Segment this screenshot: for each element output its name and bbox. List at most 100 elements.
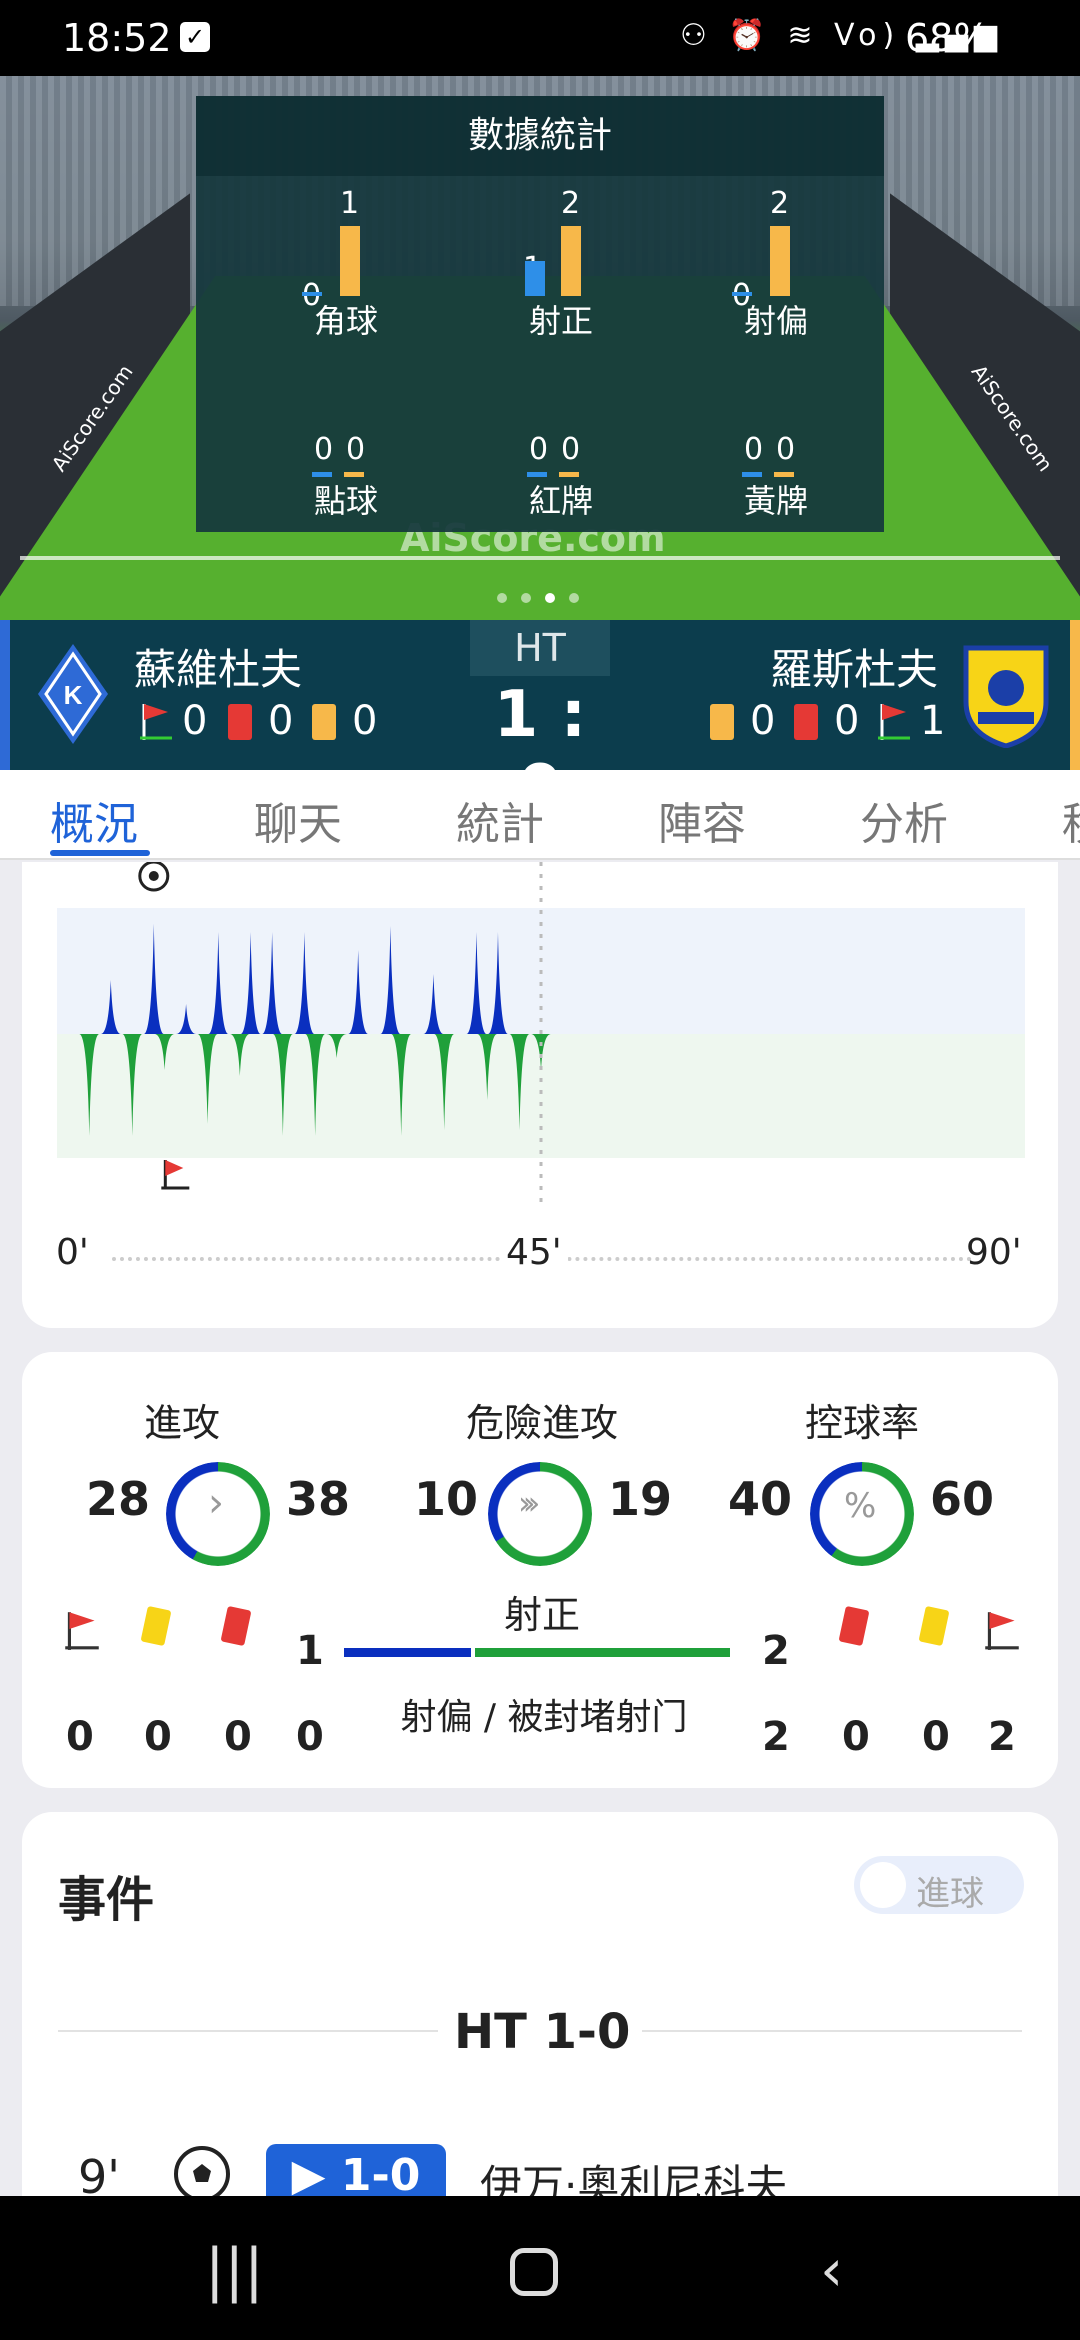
home-button[interactable] [510,2248,558,2296]
away-red: 0 [834,698,860,744]
on-target-bar-away [475,1648,730,1657]
stat-cell: 02射偏 [676,186,876,346]
on-target-home: 1 [296,1628,324,1674]
stat-home-value: 0 [744,432,764,467]
off-target-away: 2 [762,1714,790,1760]
back-button[interactable]: ‹ [820,2236,843,2304]
triple-chevron-icon: ››› [518,1484,541,1522]
stat-away-value: 0 [346,432,366,467]
tab-more[interactable]: 積 [1062,788,1080,852]
away-corners-count: 2 [988,1714,1016,1760]
stat-cell: 0 0 紅牌 [461,376,661,526]
stat-away-value: 1 [340,186,360,221]
goal-score: 1-0 [340,2150,421,2201]
dangerous-home: 10 [414,1472,479,1526]
pager-dot[interactable] [569,593,579,603]
home-team-logo[interactable]: K [38,644,108,744]
stats-panel-title: 數據統計 [196,96,884,176]
stat-away-bar [340,226,360,296]
goals-only-toggle[interactable]: 進球 [854,1856,1024,1914]
yellow-card-icon [140,1605,172,1647]
stat-away-value: 0 [561,432,581,467]
corner-marker-icon [165,1160,184,1176]
stat-cell: 12射正 [461,186,661,346]
off-target-home: 0 [296,1714,324,1760]
attack-label: 進攻 [143,1401,220,1445]
stats-panel: 數據統計 01角球12射正02射偏00點球00紅牌00黃牌 [196,96,884,532]
home-accent [0,620,10,770]
dangerous-ring [488,1462,592,1566]
possession-away: 60 [930,1472,995,1526]
corner-flag-icon [985,1612,1019,1650]
axis-start-label: 0' [56,1232,89,1273]
football-icon [174,2146,230,2202]
away-corners: 1 [920,698,946,744]
percent-icon: % [844,1486,877,1526]
red-card-icon [794,704,818,740]
possession-home: 40 [728,1472,793,1526]
stats-summary-card: 進攻 28 › 38 危險進攻 10 ››› 19 控球率 40 % 60 1 … [22,1352,1058,1788]
tab-stats[interactable]: 統計 [456,788,544,852]
stat-away-value: 2 [770,186,790,221]
attack-away: 38 [286,1472,351,1526]
home-corners: 0 [182,698,208,744]
status-time: 18:52 [62,16,172,60]
momentum-card: 0' 45' 90' [22,862,1058,1328]
play-icon: ▶ [291,2150,341,2201]
pager-dot[interactable] [497,593,507,603]
navigation-bar: ||| ‹ [0,2196,1080,2340]
halftime-score: HT 1-0 [454,2004,631,2060]
away-red-count: 0 [842,1714,870,1760]
possession-label: 控球率 [804,1401,919,1445]
chevron-right-icon: › [208,1480,224,1526]
events-title: 事件 [58,1872,155,1928]
pager-dots[interactable] [490,588,586,607]
tab-analysis[interactable]: 分析 [860,788,948,852]
recent-apps-button[interactable]: ||| [205,2236,264,2304]
home-corners-count: 0 [66,1714,94,1760]
away-yellow: 0 [750,698,776,744]
team-bar: K 蘇維杜夫 0 0 0 HT 1 : 0 羅斯杜夫 0 0 1 [0,620,1080,826]
stat-home-value: 0 [529,432,549,467]
home-red: 0 [268,698,294,744]
pager-dot[interactable] [521,593,531,603]
stat-label: 黃牌 [743,482,808,520]
tab-bar: 概況 聊天 統計 陣容 分析 積 [0,770,1080,860]
svg-text:K: K [64,680,83,710]
period-badge: HT [470,620,610,676]
stat-label: 紅牌 [528,482,593,520]
toggle-knob [860,1862,906,1908]
red-card-icon [228,704,252,740]
yellow-card-icon [710,704,734,740]
away-yellow-count: 0 [922,1714,950,1760]
momentum-chart[interactable] [57,862,1025,1222]
stat-home-value: 0 [314,432,334,467]
goal-marker-icon [138,862,170,892]
away-team-name[interactable]: 羅斯杜夫 [770,636,938,697]
stat-label: 點球 [313,482,378,520]
yellow-card-icon [312,704,336,740]
dangerous-attack-label: 危險進攻 [465,1401,618,1445]
home-yellow-count: 0 [144,1714,172,1760]
away-accent [1070,620,1080,770]
stat-away-bar [770,226,790,296]
tab-lineup[interactable]: 陣容 [658,788,746,852]
on-target-bar-home [344,1648,471,1657]
home-team-name[interactable]: 蘇維杜夫 [134,636,302,697]
tab-chat[interactable]: 聊天 [254,788,342,852]
pager-dot-active[interactable] [545,593,555,603]
red-card-icon [220,1605,252,1647]
stat-away-value: 0 [776,432,796,467]
red-card-icon [838,1605,870,1647]
toggle-label: 進球 [916,1874,984,1914]
on-target-away: 2 [762,1628,790,1674]
on-target-label: 射正 [503,1593,580,1637]
dangerous-away: 19 [608,1472,673,1526]
away-team-logo[interactable] [958,642,1054,748]
tab-overview[interactable]: 概況 [50,788,138,852]
attack-home: 28 [86,1472,151,1526]
axis-end-label: 90' [966,1232,1022,1273]
corner-flag-icon [65,1612,99,1650]
stat-home-bar [525,261,545,296]
battery-level: 68% [905,16,990,60]
